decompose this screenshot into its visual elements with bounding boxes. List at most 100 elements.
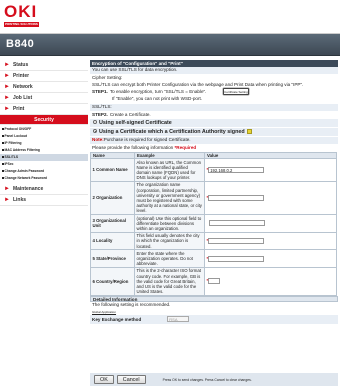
field-value-cell: * bbox=[204, 249, 337, 268]
sidebar-item-links[interactable]: ► Links bbox=[0, 195, 88, 206]
step1-text: To enable encryption, turn "SSL/TLS = En… bbox=[109, 88, 207, 94]
field-example: This is the 2-character ISO format count… bbox=[134, 266, 205, 296]
submenu-label: IP Filtering bbox=[4, 141, 22, 145]
sidebar-item-maintenance[interactable]: ► Maintenance bbox=[0, 184, 88, 195]
submenu-mac-filtering[interactable]: MAC Address Filtering bbox=[0, 147, 88, 154]
bullet-icon bbox=[2, 149, 4, 151]
bullet-icon bbox=[2, 170, 4, 172]
logo-tagline: PRINTING SOLUTIONS bbox=[4, 22, 39, 27]
bullet-icon bbox=[2, 142, 4, 144]
sidebar-item-status[interactable]: ► Status bbox=[0, 60, 88, 71]
submenu-label: Panel Lockout bbox=[4, 134, 28, 138]
submenu-admin-password[interactable]: Change Admin Password bbox=[0, 168, 88, 175]
arrow-icon: ► bbox=[4, 95, 10, 101]
field-name: 6 Country/Region bbox=[90, 266, 135, 296]
field-number: 6 bbox=[92, 278, 95, 284]
field-value-cell: * bbox=[204, 266, 337, 296]
arrow-icon: ► bbox=[4, 62, 10, 68]
ok-button[interactable]: OK bbox=[94, 375, 114, 384]
radio-self-signed[interactable] bbox=[93, 120, 97, 125]
field-label: Common Name bbox=[96, 167, 128, 173]
submenu-protocol[interactable]: Protocol ON/OFF bbox=[0, 126, 88, 133]
footer-bar: OK Cancel Press OK to send changes. Pres… bbox=[90, 373, 338, 386]
field-name: 1 Common Name bbox=[90, 158, 135, 182]
detail-text: The following setting is recommended. bbox=[90, 302, 338, 310]
field-example: Also known as URL, the Common Name is id… bbox=[134, 158, 205, 182]
sidebar: ► Status ► Printer ► Network ► Job List ► Pri… bbox=[0, 60, 88, 386]
cancel-button[interactable]: Cancel bbox=[116, 375, 146, 384]
field-example: The organization name (corporation, limi… bbox=[134, 180, 205, 216]
field-value-cell bbox=[204, 214, 337, 233]
table-row: 5 State/Province Enter the state where t… bbox=[90, 249, 337, 268]
field-label: Locality bbox=[96, 238, 113, 244]
submenu-network-password[interactable]: Change Network Password bbox=[0, 175, 88, 182]
step1-row: STEP1. To enable encryption, turn "SSL/TL… bbox=[90, 88, 338, 96]
step2-label: STEP2. bbox=[92, 111, 108, 117]
radio-ca-signed[interactable] bbox=[93, 129, 97, 134]
submenu-label: MAC Address Filtering bbox=[4, 148, 40, 152]
field-number: 4 bbox=[92, 238, 95, 244]
field-number: 2 bbox=[92, 195, 95, 201]
sidebar-item-printer[interactable]: ► Printer bbox=[0, 71, 88, 82]
note-text: Purchase is required for signed Certific… bbox=[103, 137, 191, 142]
field-example: (optional) Use this optional field to di… bbox=[134, 214, 205, 233]
sidebar-item-label: Network bbox=[12, 84, 33, 90]
bullet-icon bbox=[2, 177, 4, 179]
org-unit-input[interactable] bbox=[208, 220, 265, 227]
required-marker: *Required bbox=[174, 144, 197, 150]
key-exchange-select[interactable]: RSA bbox=[167, 316, 190, 323]
option-self-label: Using self-signed Certificate bbox=[99, 120, 172, 126]
bullet-icon bbox=[2, 163, 4, 165]
note-row: Note:Purchase is required for signed Cer… bbox=[90, 137, 338, 145]
submenu-ip-filtering[interactable]: IP Filtering bbox=[0, 140, 88, 147]
step1-note-text: If "Enable", you can not print with WSD-… bbox=[112, 96, 203, 101]
option-self-signed[interactable]: Using self-signed Certificate bbox=[90, 119, 338, 128]
table-row: 4 Locality This field usually denotes th… bbox=[90, 231, 337, 251]
submenu-ipsec[interactable]: IPSec bbox=[0, 161, 88, 168]
bullet-icon bbox=[2, 156, 4, 158]
arrow-icon: ► bbox=[4, 197, 10, 203]
submenu-panel-lockout[interactable]: Panel Lockout bbox=[0, 133, 88, 140]
ssltls-row: SSL/TLS: bbox=[90, 103, 338, 112]
oki-logo[interactable]: OKI PRINTING SOLUTIONS bbox=[4, 2, 42, 28]
field-name: 5 State/Province bbox=[90, 249, 135, 268]
field-label: Organization bbox=[96, 195, 123, 201]
field-label: Country/Region bbox=[96, 278, 129, 284]
table-row: 6 Country/Region This is the 2-character… bbox=[90, 266, 337, 296]
state-input[interactable] bbox=[208, 255, 265, 262]
arrow-icon: ► bbox=[4, 73, 10, 79]
cipher-label: Cipher Setting: bbox=[90, 74, 338, 82]
sidebar-item-print[interactable]: ► Print bbox=[0, 104, 88, 115]
sidebar-item-label: Maintenance bbox=[12, 186, 44, 192]
field-label: State/Province bbox=[96, 256, 126, 262]
key-exchange-label: Key Exchange method bbox=[92, 316, 142, 322]
sidebar-item-security[interactable]: Security bbox=[0, 115, 88, 125]
organization-input[interactable] bbox=[208, 194, 265, 201]
field-value-cell: * bbox=[204, 180, 337, 216]
step2-row: STEP2. Create a Certificate. bbox=[90, 111, 338, 119]
help-icon[interactable] bbox=[246, 129, 252, 135]
submenu-ssl-tls[interactable]: SSL/TLS bbox=[0, 154, 88, 161]
step1-note: If "Enable", you can not print with WSD-… bbox=[90, 96, 338, 104]
field-number: 5 bbox=[92, 256, 95, 262]
ssltls-label: SSL/TLS: bbox=[92, 103, 112, 109]
sidebar-item-label: Status bbox=[12, 62, 29, 68]
arrow-icon: ► bbox=[4, 84, 10, 90]
field-name: 4 Locality bbox=[90, 231, 135, 251]
certificate-setting-button[interactable]: Certificate Setting bbox=[223, 88, 249, 95]
sidebar-item-label: Printer bbox=[12, 73, 30, 79]
locality-input[interactable] bbox=[208, 237, 265, 244]
field-name: 3 Organizational Unit bbox=[90, 214, 135, 233]
header-bar: OKI PRINTING SOLUTIONS bbox=[0, 0, 340, 34]
sidebar-item-job-list[interactable]: ► Job List bbox=[0, 93, 88, 104]
sidebar-item-label: Links bbox=[12, 197, 27, 203]
bullet-icon bbox=[2, 128, 4, 130]
logo-text: OKI bbox=[4, 2, 38, 21]
common-name-input[interactable]: 192.168.0.2 bbox=[208, 166, 265, 173]
submenu-label: SSL/TLS bbox=[4, 155, 19, 159]
country-input[interactable] bbox=[208, 278, 221, 285]
arrow-icon: ► bbox=[4, 186, 10, 192]
sidebar-item-network[interactable]: ► Network bbox=[0, 82, 88, 93]
field-name: 2 Organization bbox=[90, 180, 135, 216]
option-ca-signed[interactable]: Using a Certificate which a Certificatio… bbox=[90, 128, 338, 137]
